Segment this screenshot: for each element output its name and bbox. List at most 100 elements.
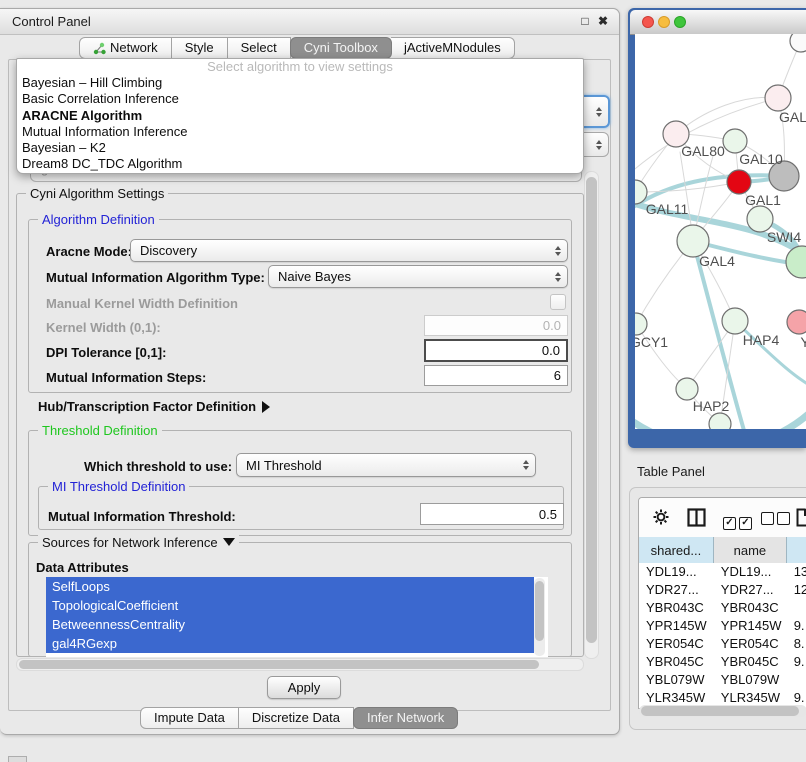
table-cell: 8.	[787, 635, 806, 653]
bottom-tab-discretize-data[interactable]: Discretize Data	[239, 707, 354, 729]
network-node-hap4[interactable]	[722, 308, 748, 334]
dpi-tolerance-field[interactable]: 0.0	[424, 339, 568, 362]
network-edge[interactable]	[676, 97, 778, 134]
table-row[interactable]: YBR043CYBR043C	[639, 599, 806, 617]
table-horizontal-scrollbar[interactable]	[639, 705, 806, 717]
sources-group-title[interactable]: Sources for Network Inference	[38, 535, 239, 550]
tab-select[interactable]: Select	[228, 37, 291, 59]
expand-right-icon[interactable]	[262, 401, 270, 413]
network-window-titlebar[interactable]	[630, 10, 806, 35]
table-cell: YDL19...	[714, 563, 787, 581]
hide-columns-icon[interactable]	[761, 512, 793, 530]
table-row[interactable]: YBL079WYBL079W	[639, 671, 806, 689]
node-label-gal: GAL	[779, 109, 806, 125]
hub-definition-toggle[interactable]: Hub/Transcription Factor Definition	[38, 399, 270, 414]
algorithm-popup-item-mutual-information-inference[interactable]: Mutual Information Inference	[17, 124, 583, 140]
combo-spinner-icon	[555, 272, 561, 282]
mac-zoom-icon[interactable]	[674, 16, 686, 28]
network-icon	[93, 42, 106, 55]
which-threshold-combo[interactable]: MI Threshold	[236, 453, 536, 477]
network-node-gcy1[interactable]	[635, 313, 647, 335]
data-attributes-list[interactable]: SelfLoopsTopologicalCoefficientBetweenne…	[46, 577, 548, 657]
checked-box-icon: ✓	[739, 517, 752, 530]
network-node[interactable]	[786, 246, 806, 278]
attribute-item-selfloops[interactable]: SelfLoops	[46, 577, 534, 596]
bottom-left-widget-stub[interactable]	[8, 756, 27, 762]
attribute-item-topologicalcoefficient[interactable]: TopologicalCoefficient	[46, 596, 534, 615]
column-header-2[interactable]	[787, 537, 806, 563]
unchecked-box-icon	[777, 512, 790, 525]
network-node-y[interactable]	[787, 310, 806, 334]
tab-cyni-toolbox[interactable]: Cyni Toolbox	[290, 37, 392, 59]
aracne-mode-label: Aracne Mode:	[46, 244, 132, 259]
algorithm-definition-title: Algorithm Definition	[38, 212, 159, 227]
show-columns-icon[interactable]: ✓✓	[723, 512, 755, 530]
hidden-combo-fragment[interactable]	[582, 132, 609, 157]
attributes-list-scrollbar[interactable]	[534, 578, 545, 656]
algorithm-popup-item-dream8-dc-tdc-algorithm[interactable]: Dream8 DC_TDC Algorithm	[17, 156, 583, 172]
bottom-tab-infer-network[interactable]: Infer Network	[353, 707, 458, 729]
settings-horizontal-scrollbar[interactable]	[16, 658, 584, 671]
table-row[interactable]: YBR045CYBR045C9.	[639, 653, 806, 671]
aracne-mode-combo[interactable]: Discovery	[130, 239, 568, 262]
table-row[interactable]: YDR27...YDR27...12	[639, 581, 806, 599]
table-toolbar: ✓✓	[639, 498, 806, 538]
network-node-gal[interactable]	[765, 85, 791, 111]
collapse-down-icon[interactable]	[223, 538, 235, 546]
document-icon[interactable]	[796, 508, 806, 527]
network-node[interactable]	[709, 413, 731, 429]
table-cell: YPR145W	[714, 617, 787, 635]
attribute-item-gal4rgexp[interactable]: gal4RGexp	[46, 634, 534, 653]
algorithm-popup-item-basic-correlation-inference[interactable]: Basic Correlation Inference	[17, 91, 583, 107]
mac-close-icon[interactable]	[642, 16, 654, 28]
gear-icon[interactable]	[652, 508, 670, 526]
mi-threshold-label: Mutual Information Threshold:	[48, 509, 236, 524]
network-view-window[interactable]: GALGAL80GAL10GAL1GAL11SWI4GAL4GCY1HAP4YH…	[628, 8, 806, 448]
float-window-icon[interactable]: □	[577, 13, 593, 29]
mi-threshold-field[interactable]: 0.5	[420, 503, 564, 525]
close-window-icon[interactable]: ✖	[595, 13, 611, 29]
algorithm-popup-item-aracne-algorithm[interactable]: ARACNE Algorithm	[17, 108, 583, 124]
tab-style[interactable]: Style	[172, 37, 228, 59]
which-threshold-value: MI Threshold	[246, 458, 322, 473]
inference-algorithm-combo-fragment[interactable]	[582, 95, 610, 128]
table-row[interactable]: YDL19...YDL19...13	[639, 563, 806, 581]
threshold-definition-title: Threshold Definition	[38, 423, 162, 438]
table-cell: YDL19...	[639, 563, 714, 581]
column-header-name[interactable]: name	[714, 537, 787, 563]
tab-jactivemnodules-label: jActiveMNodules	[404, 37, 501, 59]
network-canvas[interactable]: GALGAL80GAL10GAL1GAL11SWI4GAL4GCY1HAP4YH…	[635, 34, 806, 429]
algorithm-popup-item-bayesian-hill-climbing[interactable]: Bayesian – Hill Climbing	[17, 75, 583, 91]
unchecked-box-icon	[761, 512, 774, 525]
apply-button[interactable]: Apply	[267, 676, 341, 699]
manual-kernel-width-checkbox[interactable]	[550, 294, 566, 310]
table-row[interactable]: YPR145WYPR145W9.	[639, 617, 806, 635]
bottom-tab-discretize-data-label: Discretize Data	[252, 707, 340, 729]
bottom-tab-impute-data[interactable]: Impute Data	[140, 707, 239, 729]
network-node-gal1[interactable]	[727, 170, 751, 194]
table-panel-title: Table Panel	[637, 464, 705, 479]
tab-jactivemnodules[interactable]: jActiveMNodules	[391, 37, 515, 59]
mi-algorithm-type-label: Mutual Information Algorithm Type:	[46, 270, 265, 285]
table-cell: YBL079W	[639, 671, 714, 689]
algorithm-popup-item-bayesian-k2[interactable]: Bayesian – K2	[17, 140, 583, 156]
attribute-item-betweennesscentrality[interactable]: BetweennessCentrality	[46, 615, 534, 634]
table-cell: 13	[787, 563, 806, 581]
split-columns-icon[interactable]	[687, 508, 706, 527]
tab-network[interactable]: Network	[79, 37, 172, 59]
settings-vertical-scrollbar[interactable]	[584, 171, 599, 659]
mi-algorithm-type-combo[interactable]: Naive Bayes	[268, 265, 568, 288]
kernel-width-field[interactable]: 0.0	[424, 315, 568, 336]
network-node-hap2[interactable]	[676, 378, 698, 400]
mi-steps-field[interactable]: 6	[424, 365, 568, 386]
sources-title-text: Sources for Network Inference	[42, 535, 218, 550]
table-row[interactable]: YER054CYER054C8.	[639, 635, 806, 653]
column-header-shared[interactable]: shared...	[639, 537, 714, 563]
network-node[interactable]	[790, 34, 806, 52]
mac-minimize-icon[interactable]	[658, 16, 670, 28]
network-node-gal10[interactable]	[723, 129, 747, 153]
combo-spinner-icon	[523, 460, 529, 470]
tab-network-label: Network	[110, 37, 158, 59]
mi-threshold-group-title: MI Threshold Definition	[48, 479, 189, 494]
node-label-gal10: GAL10	[739, 151, 783, 167]
